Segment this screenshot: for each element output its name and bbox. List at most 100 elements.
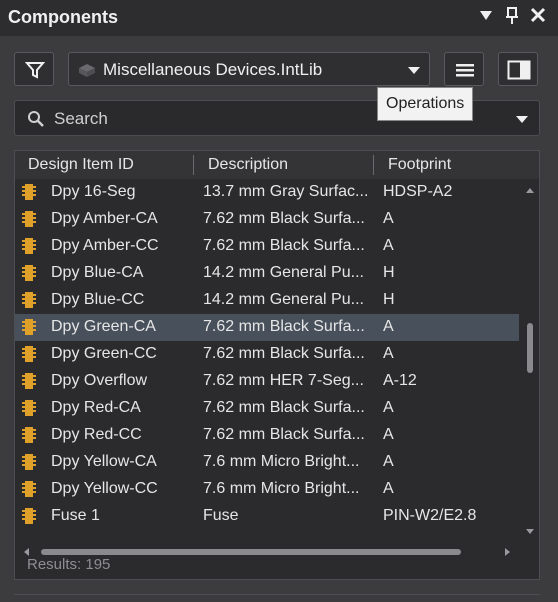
library-icon <box>79 64 95 77</box>
table-row[interactable]: Dpy Yellow-CC 7.6 mm Micro Bright... A <box>15 476 519 503</box>
row-description: 7.6 mm Micro Bright... <box>203 453 360 470</box>
operations-button[interactable] <box>444 52 484 86</box>
table-row[interactable]: Dpy Blue-CA 14.2 mm General Pu... H <box>15 260 519 287</box>
component-icon <box>22 481 36 497</box>
panel-titlebar: Components <box>0 0 558 36</box>
row-design-item-id: Dpy Blue-CA <box>51 264 144 281</box>
row-design-item-id: Fuse 1 <box>51 507 100 524</box>
component-icon <box>22 508 36 524</box>
column-divider[interactable] <box>373 155 374 175</box>
component-icon <box>22 211 36 227</box>
grid-header: Design Item ID Description Footprint <box>15 151 539 179</box>
component-icon <box>22 400 36 416</box>
component-icon <box>22 265 36 281</box>
row-description: 7.62 mm Black Surfa... <box>203 345 365 362</box>
component-icon <box>22 319 36 335</box>
split-view-icon <box>507 60 531 80</box>
scroll-right-icon <box>505 548 510 556</box>
row-footprint: A <box>383 237 394 254</box>
chevron-down-icon <box>408 67 420 74</box>
row-footprint: A <box>383 480 394 497</box>
row-description: 7.62 mm Black Surfa... <box>203 318 365 335</box>
component-icon <box>22 373 36 389</box>
row-design-item-id: Dpy Red-CA <box>51 399 141 416</box>
row-description: 13.7 mm Gray Surfac... <box>203 183 369 200</box>
table-row[interactable]: Dpy Amber-CC 7.62 mm Black Surfa... A <box>15 233 519 260</box>
row-description: 7.62 mm HER 7-Seg... <box>203 372 364 389</box>
components-grid: Design Item ID Description Footprint Dpy… <box>14 150 540 580</box>
table-row[interactable]: Dpy Green-CC 7.62 mm Black Surfa... A <box>15 341 519 368</box>
row-design-item-id: Dpy Red-CC <box>51 426 142 443</box>
row-footprint: A <box>383 210 394 227</box>
row-design-item-id: Dpy 16-Seg <box>51 183 136 200</box>
scroll-left-icon <box>24 548 29 556</box>
table-row[interactable]: Dpy Red-CC 7.62 mm Black Surfa... A <box>15 422 519 449</box>
hamburger-icon <box>456 64 474 77</box>
scroll-thumb-horizontal <box>41 549 461 555</box>
row-description: 7.62 mm Black Surfa... <box>203 426 365 443</box>
row-description: 14.2 mm General Pu... <box>203 291 364 308</box>
row-design-item-id: Dpy Yellow-CA <box>51 453 157 470</box>
row-footprint: A <box>383 453 394 470</box>
row-footprint: A <box>383 399 394 416</box>
titlebar-controls <box>478 6 546 24</box>
panel-menu-icon[interactable] <box>478 6 494 24</box>
component-icon <box>22 184 36 200</box>
library-select-value: Miscellaneous Devices.IntLib <box>103 60 323 79</box>
row-footprint: A-12 <box>383 372 417 389</box>
table-row[interactable]: Dpy 16-Seg 13.7 mm Gray Surfac... HDSP-A2 <box>15 179 519 206</box>
row-description: Fuse <box>203 507 239 524</box>
row-footprint: A <box>383 345 394 362</box>
row-footprint: A <box>383 426 394 443</box>
table-row[interactable]: Dpy Yellow-CA 7.6 mm Micro Bright... A <box>15 449 519 476</box>
scroll-up-icon <box>526 188 534 193</box>
row-description: 7.62 mm Black Surfa... <box>203 237 365 254</box>
row-design-item-id: Dpy Yellow-CC <box>51 480 158 497</box>
close-icon[interactable] <box>530 6 546 24</box>
pin-icon[interactable] <box>504 6 520 24</box>
filter-icon <box>25 62 45 79</box>
results-count: Results: 195 <box>27 556 111 573</box>
row-design-item-id: Dpy Blue-CC <box>51 291 145 308</box>
component-icon <box>22 292 36 308</box>
table-row[interactable]: Dpy Overflow 7.62 mm HER 7-Seg... A-12 <box>15 368 519 395</box>
component-icon <box>22 454 36 470</box>
bottom-divider <box>14 594 540 601</box>
row-design-item-id: Dpy Overflow <box>51 372 148 389</box>
table-row[interactable]: Dpy Blue-CC 14.2 mm General Pu... H <box>15 287 519 314</box>
component-icon <box>22 238 36 254</box>
panel-title: Components <box>8 7 118 27</box>
row-footprint: HDSP-A2 <box>383 183 453 200</box>
table-row[interactable]: Dpy Green-CA 7.62 mm Black Surfa... A <box>15 314 519 341</box>
row-footprint: A <box>383 318 394 335</box>
column-header-description[interactable]: Description <box>208 156 288 174</box>
table-row[interactable]: Dpy Red-CA 7.62 mm Black Surfa... A <box>15 395 519 422</box>
row-description: 7.6 mm Micro Bright... <box>203 480 360 497</box>
search-icon <box>28 111 44 127</box>
row-design-item-id: Dpy Amber-CA <box>51 210 158 227</box>
scroll-thumb <box>527 323 533 373</box>
components-panel: Miscellaneous Devices.IntLib Search Desi… <box>0 36 558 602</box>
details-toggle-button[interactable] <box>498 52 538 86</box>
row-design-item-id: Dpy Green-CA <box>51 318 156 335</box>
column-header-design-item-id[interactable]: Design Item ID <box>28 156 134 174</box>
row-footprint: PIN-W2/E2.8 <box>383 507 477 524</box>
component-icon <box>22 427 36 443</box>
table-row[interactable]: Fuse 1 Fuse PIN-W2/E2.8 <box>15 503 519 530</box>
row-description: 7.62 mm Black Surfa... <box>203 210 365 227</box>
column-header-footprint[interactable]: Footprint <box>388 156 451 174</box>
search-dropdown-icon[interactable] <box>515 114 529 124</box>
filter-button[interactable] <box>14 52 54 86</box>
row-description: 7.62 mm Black Surfa... <box>203 399 365 416</box>
vertical-scrollbar[interactable] <box>521 179 539 543</box>
row-design-item-id: Dpy Amber-CC <box>51 237 159 254</box>
row-design-item-id: Dpy Green-CC <box>51 345 157 362</box>
component-icon <box>22 346 36 362</box>
row-footprint: H <box>383 291 395 308</box>
library-select[interactable]: Miscellaneous Devices.IntLib <box>68 52 430 86</box>
row-footprint: H <box>383 264 395 281</box>
search-input[interactable]: Search <box>54 109 108 129</box>
scroll-down-icon <box>526 529 534 534</box>
table-row[interactable]: Dpy Amber-CA 7.62 mm Black Surfa... A <box>15 206 519 233</box>
column-divider[interactable] <box>193 155 194 175</box>
